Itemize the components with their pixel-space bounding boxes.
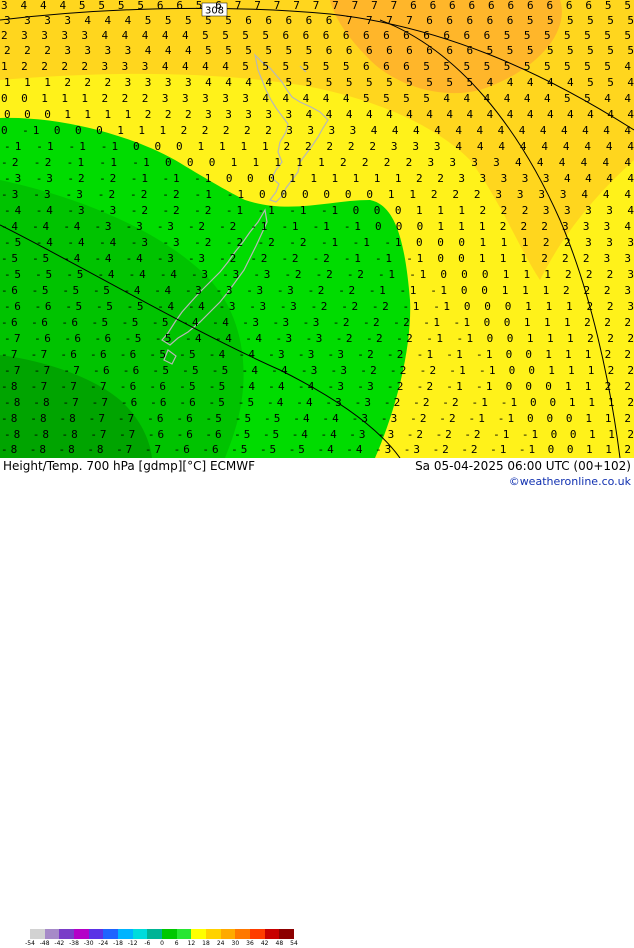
credit-link[interactable]: ©weatheronline.co.uk <box>509 475 631 488</box>
legend-tick-label: 24 <box>216 940 225 947</box>
legend-tick-label: 42 <box>260 940 269 947</box>
legend-tick-label: -24 <box>98 940 109 947</box>
temperature-row: -7 -6 -6 -6 -5 -5 -4 -4 -4 -3 -3 -2 -2 -… <box>4 332 634 345</box>
temperature-row: 0 0 0 1 1 1 1 2 2 2 3 3 3 3 3 4 4 4 4 4 … <box>4 108 634 121</box>
legend-swatch <box>117 929 133 939</box>
legend-swatch <box>44 929 60 939</box>
legend-swatch <box>73 929 89 939</box>
temperature-row: 3 3 3 3 4 4 4 5 5 5 5 5 6 6 6 6 6 7 7 7 … <box>4 14 634 27</box>
temperature-row: 2 3 3 3 3 4 4 4 4 4 5 5 5 5 6 6 6 6 6 6 … <box>1 29 631 42</box>
legend-tick-label: 48 <box>275 940 284 947</box>
temperature-row: -5 -5 -5 -4 -4 -4 -3 -3 -3 -2 -2 -2 -1 -… <box>4 268 634 281</box>
legend-swatch <box>205 929 221 939</box>
legend-tick-label: -48 <box>39 940 50 947</box>
temperature-row: 1 1 1 2 2 2 3 3 3 3 4 4 4 4 5 5 5 5 5 5 … <box>4 76 634 89</box>
legend-swatch <box>279 929 294 939</box>
legend-tick-label: 36 <box>246 940 254 947</box>
legend-tick-label: -6 <box>144 940 151 947</box>
legend-swatch <box>249 929 265 939</box>
map-title: Height/Temp. 700 hPa [gdmp][°C] ECMWF <box>3 459 256 473</box>
legend-swatch <box>103 929 118 939</box>
legend-tick-label: -30 <box>83 940 94 947</box>
weather-map: 308 3 4 4 4 5 5 5 5 6 6 5 6 7 7 7 7 7 7 … <box>0 0 634 458</box>
temperature-row: -6 -6 -6 -5 -5 -5 -4 -4 -3 -3 -3 -2 -2 -… <box>1 316 631 329</box>
legend-swatch <box>59 929 74 939</box>
legend-swatch <box>132 929 148 939</box>
legend-swatch <box>191 929 206 939</box>
color-legend <box>30 929 294 939</box>
legend-swatch <box>235 929 250 939</box>
temperature-row: -5 -5 -4 -4 -4 -3 -3 -2 -2 -2 -2 -1 -1 -… <box>1 252 631 265</box>
temperature-row: -4 -4 -4 -3 -3 -3 -2 -2 -1 -1 -1 -1 0 0 … <box>1 220 631 233</box>
legend-swatch <box>147 929 162 939</box>
legend-tick-label: 54 <box>290 940 298 947</box>
legend-tick-label: -42 <box>54 940 65 947</box>
legend-swatch <box>264 929 280 939</box>
map-footer: Height/Temp. 700 hPa [gdmp][°C] ECMWF Sa… <box>0 458 634 947</box>
legend-swatch <box>176 929 192 939</box>
legend-tick-label: -12 <box>127 940 138 947</box>
legend-tick-label: -54 <box>25 940 35 947</box>
legend-swatch <box>161 929 177 939</box>
legend-tick-label: 30 <box>231 940 240 947</box>
legend-tick-label: 12 <box>187 940 196 947</box>
legend-swatch <box>220 929 236 939</box>
legend-swatch <box>30 929 45 939</box>
temperature-row: 2 2 2 3 3 3 3 4 4 4 5 5 5 5 5 5 6 6 6 6 … <box>4 44 634 57</box>
legend-tick-label: 6 <box>174 940 179 947</box>
valid-time: Sa 05-04-2025 06:00 UTC (00+102) <box>415 459 631 473</box>
temperature-row: 0 0 1 1 1 2 2 2 3 3 3 3 3 4 4 4 4 4 5 5 … <box>1 92 631 105</box>
legend-tick-label: 0 <box>160 940 164 947</box>
legend-tick-label: -38 <box>69 940 79 947</box>
legend-tick-label: 18 <box>202 940 210 947</box>
legend-swatch <box>88 929 104 939</box>
temperature-row: 1 2 2 2 2 3 3 3 4 4 4 4 5 5 5 5 5 5 6 6 … <box>1 60 631 73</box>
legend-tick-label: -18 <box>113 940 123 947</box>
legend-ticks: -54 -48 -42 -38 -30 -24 -18 -12 -6 0 6 12 18 24 30 36 42… <box>25 940 298 948</box>
